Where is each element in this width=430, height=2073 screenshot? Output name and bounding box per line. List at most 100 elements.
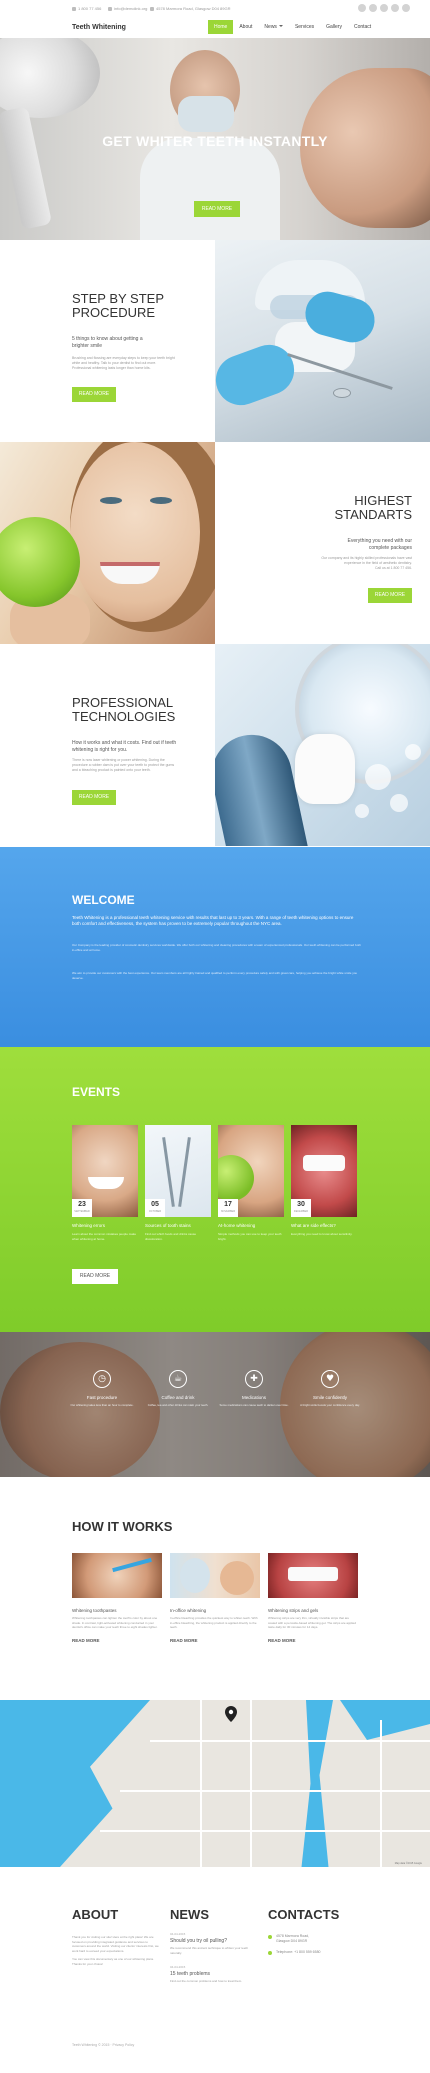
hero-dentist-mask (178, 96, 234, 132)
pinterest-icon[interactable] (402, 4, 410, 12)
how-card: Whitening strips and gels Whitening stri… (268, 1553, 358, 1643)
topbar-phone: 1 800 77 456 (72, 6, 101, 11)
nav-news[interactable]: News (258, 20, 289, 34)
service-item: ♥ Smile confidently A bright smile boost… (290, 1370, 370, 1407)
footer-news-title: NEWS (170, 1907, 209, 1922)
feature-title: HIGHEST STANDARTS (334, 493, 412, 522)
how-card: In-office whitening In-office bleaching … (170, 1553, 260, 1643)
heart-icon: ♥ (321, 1370, 339, 1388)
social-links (358, 4, 410, 12)
feature-subtitle: Everything you need with our complete pac… (347, 538, 412, 551)
footer-about-text: Thank you for visiting our site! Here at… (72, 1935, 159, 1953)
how-card-title: In-office whitening (170, 1608, 207, 1613)
feature-body: There is now laser whitening or power wh… (72, 758, 175, 772)
event-card[interactable]: 05 OCTOBER Sources of tooth stains Find o… (145, 1125, 211, 1241)
hero-dentist-body (140, 138, 280, 240)
logo[interactable]: Teeth Whitening (72, 24, 126, 31)
how-image (170, 1553, 260, 1598)
nav-services[interactable]: Services (289, 20, 320, 34)
event-card[interactable]: 17 NOVEMBER At-home whitening Simple meth… (218, 1125, 284, 1241)
how-card-title: Whitening strips and gels (268, 1608, 319, 1613)
feature-technologies: PROFESSIONAL TECHNOLOGIES How it works an… (0, 644, 430, 846)
welcome-paragraph: Our Company is the leading provider of c… (72, 943, 361, 952)
location-icon (150, 7, 154, 11)
footer-contacts: CONTACTS 4578 Marmora Road, Glasgow D04 8… (268, 1907, 358, 1955)
nav-contact[interactable]: Contact (348, 20, 377, 34)
location-icon (268, 1935, 272, 1939)
feature-image-dentist (215, 240, 430, 442)
facebook-icon[interactable] (358, 4, 366, 12)
event-name: Sources of tooth stains (145, 1223, 191, 1228)
footer-contacts-title: CONTACTS (268, 1907, 340, 1922)
how-card: Whitening toothpastes Whitening toothpas… (72, 1553, 162, 1643)
main-nav: Home About News Services Gallery Contact (208, 20, 377, 34)
event-name: Whitening errors (72, 1223, 106, 1228)
medication-icon: ✚ (245, 1370, 263, 1388)
event-image: 17 NOVEMBER (218, 1125, 284, 1217)
twitter-icon[interactable] (369, 4, 377, 12)
service-item: ☕ Coffee and drink Coffee, tea and other… (138, 1370, 218, 1407)
news-headline[interactable]: Should you try oil pulling? (170, 1938, 260, 1944)
nav-home[interactable]: Home (208, 20, 234, 34)
events-section: EVENTS 23 SEPTEMBER Whitening errors Lear… (0, 1047, 430, 1332)
contact-address: 4578 Marmora Road, Glasgow D04 89GR (268, 1934, 358, 1944)
event-name: What are side effects? (291, 1223, 336, 1228)
hero-lamp-arm (0, 106, 53, 230)
google-plus-icon[interactable] (380, 4, 388, 12)
location-map[interactable]: Map data ©2015 Google (0, 1700, 430, 1867)
event-date: 05 OCTOBER (145, 1199, 165, 1217)
nav-gallery[interactable]: Gallery (320, 20, 348, 34)
feature-standards: HIGHEST STANDARTS Everything you need wit… (0, 442, 430, 644)
feature-title: PROFESSIONAL TECHNOLOGIES (72, 695, 176, 724)
event-date: 30 DECEMBER (291, 1199, 311, 1217)
welcome-section: WELCOME Teeth Whitening is a professiona… (0, 847, 430, 1047)
event-desc: Everything you need to know about sensit… (291, 1232, 353, 1236)
how-read-more-link[interactable]: READ MORE (72, 1638, 162, 1643)
phone-icon (268, 1951, 272, 1955)
feature-subtitle: 5 things to know about getting a brighter… (72, 336, 143, 349)
how-image (268, 1553, 358, 1598)
event-card[interactable]: 23 SEPTEMBER Whitening errors Learn about… (72, 1125, 138, 1241)
contact-phone[interactable]: Telephone: +1 800 559 6580 (268, 1950, 358, 1955)
topbar-email[interactable]: info@demolink.org (108, 6, 147, 11)
event-desc: Find out which foods and drinks cause di… (145, 1232, 197, 1241)
event-image: 05 OCTOBER (145, 1125, 211, 1217)
topbar-address: 4578 Marmora Road, Glasgow D04 89GR (150, 6, 230, 11)
chevron-down-icon (278, 25, 283, 27)
welcome-title: WELCOME (72, 893, 135, 907)
news-date: 04-04-2015 (170, 1932, 186, 1936)
rss-icon[interactable] (391, 4, 399, 12)
feature-read-more-button[interactable]: READ MORE (72, 790, 116, 805)
event-date: 23 SEPTEMBER (72, 1199, 92, 1217)
feature-body: Brushing and flossing are everyday steps… (72, 356, 175, 370)
feature-text: HIGHEST STANDARTS Everything you need wit… (215, 442, 430, 644)
feature-procedure: STEP BY STEP PROCEDURE 5 things to know a… (0, 240, 430, 442)
feature-image-dental-tools (215, 644, 430, 846)
map-pin-icon[interactable] (225, 1706, 237, 1722)
how-read-more-link[interactable]: READ MORE (268, 1638, 358, 1643)
clock-icon: ◷ (93, 1370, 111, 1388)
how-card-title: Whitening toothpastes (72, 1608, 117, 1613)
feature-subtitle: How it works and what it costs. Find out… (72, 740, 177, 753)
news-summary: Find out the common problems and how to … (170, 1979, 243, 1983)
feature-text: PROFESSIONAL TECHNOLOGIES How it works an… (0, 644, 215, 846)
how-card-desc: Whitening toothpastes can lighten the to… (72, 1616, 158, 1629)
feature-read-more-button[interactable]: READ MORE (368, 588, 412, 603)
welcome-lead: Teeth Whitening is a professional teeth … (72, 915, 354, 926)
event-name: At-home whitening (218, 1223, 256, 1228)
news-headline[interactable]: 15 teeth problems (170, 1971, 260, 1977)
event-image: 30 DECEMBER (291, 1125, 357, 1217)
nav-about[interactable]: About (233, 20, 258, 34)
feature-title: STEP BY STEP PROCEDURE (72, 291, 165, 320)
map-credit: Map data ©2015 Google (394, 1862, 422, 1865)
how-read-more-link[interactable]: READ MORE (170, 1638, 260, 1643)
header: 1 800 77 456 info@demolink.org 4578 Marm… (0, 0, 430, 38)
event-card[interactable]: 30 DECEMBER What are side effects? Everyt… (291, 1125, 357, 1237)
welcome-paragraph: We aim to provide our customers with the… (72, 971, 358, 980)
hero-dental-lamp (0, 38, 100, 118)
feature-read-more-button[interactable]: READ MORE (72, 387, 116, 402)
events-read-more-button[interactable]: READ MORE (72, 1269, 118, 1284)
services-band: ◷ Fast procedure Our whitening takes les… (0, 1332, 430, 1477)
hero-read-more-button[interactable]: READ MORE (194, 201, 240, 217)
footer-about-text: You can view this documentary as one of … (72, 1957, 154, 1966)
